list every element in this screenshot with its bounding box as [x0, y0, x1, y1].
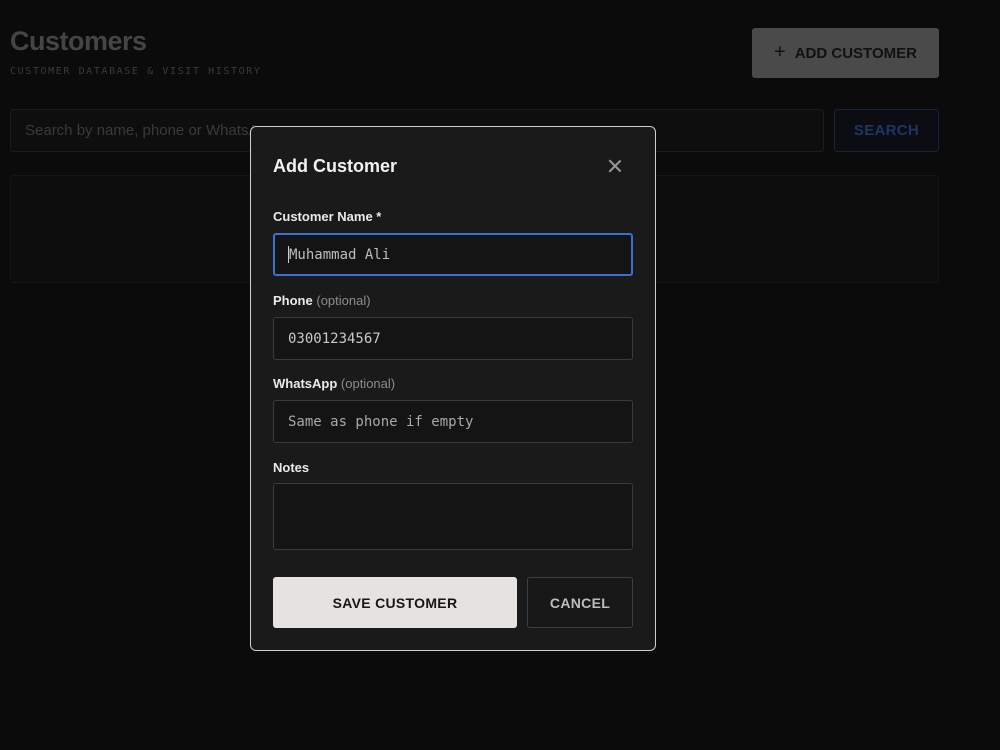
page-subtitle: CUSTOMER DATABASE & VISIT HISTORY	[10, 66, 262, 77]
save-customer-button[interactable]: SAVE CUSTOMER	[273, 577, 517, 628]
customer-name-label: Customer Name *	[273, 209, 382, 224]
whatsapp-input[interactable]: Same as phone if empty	[273, 400, 633, 443]
phone-value: 03001234567	[288, 330, 381, 347]
whatsapp-optional-hint: (optional)	[340, 376, 396, 391]
add-customer-modal: Add Customer Customer Name * Muhammad Al…	[250, 126, 656, 651]
whatsapp-placeholder: Same as phone if empty	[288, 413, 474, 430]
notes-label: Notes	[273, 460, 310, 475]
whatsapp-label: WhatsApp (optional)	[273, 376, 396, 391]
search-button[interactable]: SEARCH	[834, 109, 939, 152]
notes-textarea[interactable]	[273, 483, 633, 550]
phone-optional-hint: (optional)	[316, 293, 371, 308]
modal-title: Add Customer	[273, 156, 398, 176]
phone-label: Phone (optional)	[273, 293, 371, 308]
cancel-button[interactable]: CANCEL	[527, 577, 633, 628]
page-title: Customers	[10, 26, 147, 56]
close-icon[interactable]	[607, 158, 623, 174]
customer-name-input[interactable]: Muhammad Ali	[273, 233, 633, 276]
add-customer-button[interactable]: + ADD CUSTOMER	[752, 28, 939, 78]
search-placeholder: Search by name, phone or WhatsApp	[25, 122, 276, 139]
plus-icon: +	[774, 41, 786, 63]
add-customer-label: ADD CUSTOMER	[794, 44, 917, 62]
phone-input[interactable]: 03001234567	[273, 317, 633, 360]
customer-name-value: Muhammad Ali	[289, 246, 391, 263]
